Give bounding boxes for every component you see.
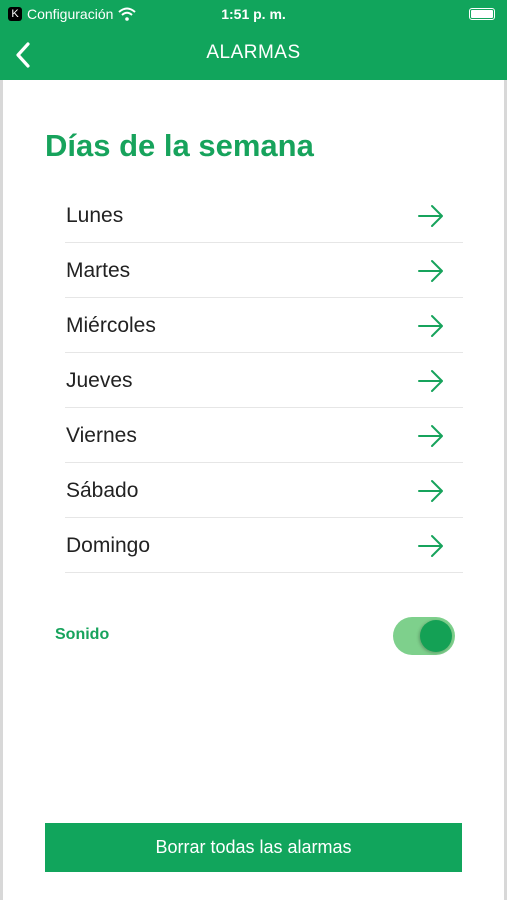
day-item-domingo[interactable]: Domingo [65,519,463,573]
day-item-martes[interactable]: Martes [65,244,463,298]
day-item-sabado[interactable]: Sábado [65,464,463,518]
battery-icon [469,8,495,20]
day-label: Lunes [66,203,124,227]
arrow-right-icon [418,315,443,337]
toggle-knob [420,620,452,652]
arrow-right-icon [418,425,443,447]
day-item-lunes[interactable]: Lunes [65,189,463,243]
day-item-viernes[interactable]: Viernes [65,409,463,463]
status-time: 1:51 p. m. [221,6,286,22]
clear-all-alarms-button[interactable]: Borrar todas las alarmas [45,823,462,872]
page-title: ALARMAS [206,42,301,63]
arrow-right-icon [418,260,443,282]
status-bar: K Configuración 1:51 p. m. [0,0,507,30]
day-list: Lunes Martes Miércoles Jueves Viernes Sá… [65,189,463,573]
sound-toggle[interactable] [393,617,455,655]
arrow-right-icon [418,535,443,557]
day-item-miercoles[interactable]: Miércoles [65,299,463,353]
day-label: Miércoles [66,313,156,337]
day-label: Jueves [66,368,133,392]
arrow-right-icon [418,480,443,502]
day-item-jueves[interactable]: Jueves [65,354,463,408]
day-label: Domingo [66,533,151,557]
arrow-right-icon [418,370,443,392]
sound-label: Sonido [55,626,110,643]
device-frame-left [0,0,3,900]
day-label: Sábado [66,478,139,502]
nav-bar: ALARMAS [0,30,507,80]
day-label: Martes [66,258,131,282]
section-title: Días de la semana [45,128,314,163]
day-label: Viernes [66,423,137,447]
arrow-right-icon [418,205,443,227]
